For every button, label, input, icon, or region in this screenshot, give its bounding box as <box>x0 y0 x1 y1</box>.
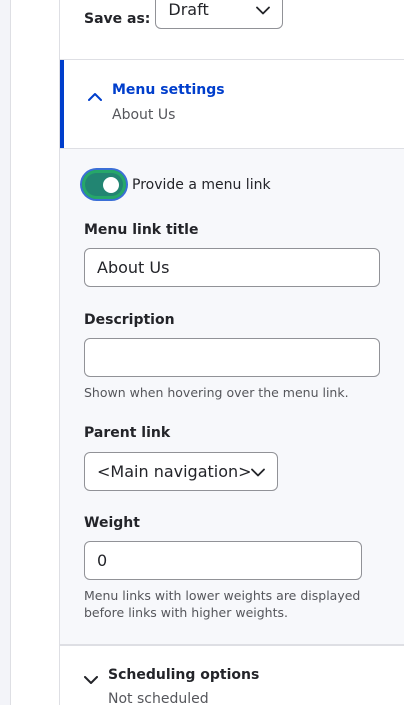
chevron-down-icon <box>84 670 98 689</box>
menu-link-title-input[interactable]: About Us <box>84 248 380 287</box>
menu-link-title-label: Menu link title <box>84 222 199 238</box>
moderation-state-value: Draft <box>168 0 209 19</box>
provide-menu-link-label[interactable]: Provide a menu link <box>132 177 271 193</box>
menu-settings-header[interactable]: Menu settings About Us <box>60 60 404 148</box>
chevron-down-icon <box>251 462 265 481</box>
weight-input[interactable]: 0 <box>84 541 362 580</box>
menu-settings-summary: About Us <box>112 107 176 123</box>
menu-link-title-value: About Us <box>97 258 170 277</box>
weight-help-line2: before links with higher weights. <box>84 605 288 620</box>
chevron-down-icon <box>256 0 271 19</box>
moderation-state-select[interactable]: Draft <box>155 0 284 29</box>
description-help: Shown when hovering over the menu link. <box>84 385 349 400</box>
menu-settings-title[interactable]: Menu settings <box>112 82 225 98</box>
section-divider <box>60 645 404 646</box>
weight-value: 0 <box>97 551 108 570</box>
save-as-row: Save as: Draft <box>84 0 284 38</box>
description-label: Description <box>84 312 175 328</box>
left-gutter <box>0 0 11 705</box>
scheduling-options-title[interactable]: Scheduling options <box>108 667 259 683</box>
provide-menu-link-row[interactable]: Provide a menu link <box>82 170 271 199</box>
parent-link-value: <Main navigation> <box>97 462 252 481</box>
chevron-up-icon <box>88 86 102 105</box>
weight-label: Weight <box>84 515 140 531</box>
parent-link-label: Parent link <box>84 425 171 441</box>
weight-help-line1: Menu links with lower weights are displa… <box>84 588 361 603</box>
provide-menu-link-toggle[interactable] <box>82 170 126 199</box>
toggle-knob <box>103 177 119 193</box>
menu-settings-panel: Provide a menu link Menu link title Abou… <box>60 148 404 645</box>
description-input[interactable] <box>84 338 380 377</box>
save-as-label: Save as: <box>84 11 151 27</box>
parent-link-select[interactable]: <Main navigation> <box>84 452 278 491</box>
